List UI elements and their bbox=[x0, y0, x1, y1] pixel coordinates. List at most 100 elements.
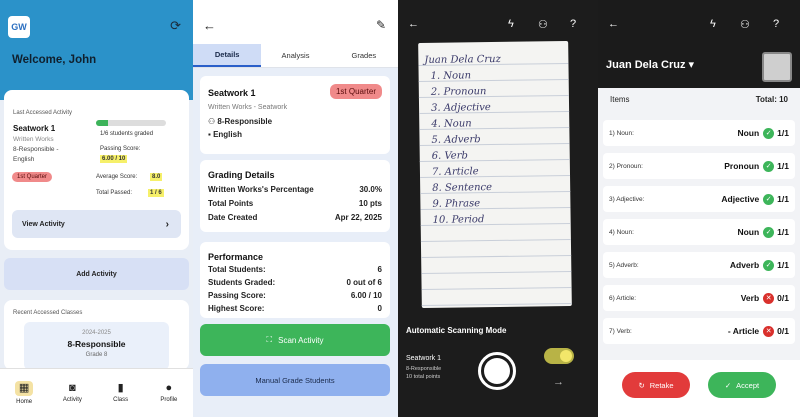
class-line: ⚇ 8-Responsible bbox=[208, 117, 272, 126]
detected-answer: Verb bbox=[740, 293, 760, 303]
caret-down-icon: ▾ bbox=[688, 59, 695, 71]
nav-class[interactable]: ▮ Class bbox=[97, 369, 145, 417]
check-circle-icon: ✓ bbox=[763, 226, 775, 238]
retake-button[interactable]: ↻ Retake bbox=[622, 372, 690, 398]
people-icon[interactable]: ⚇ bbox=[538, 18, 548, 31]
grading-row-value: 10 pts bbox=[358, 199, 382, 208]
view-activity-label: View Activity bbox=[22, 220, 65, 228]
check-icon: ✓ bbox=[724, 380, 732, 390]
class-year: 2024-2025 bbox=[82, 330, 111, 336]
paper-rule-line bbox=[420, 238, 571, 243]
tab-analysis[interactable]: Analysis bbox=[261, 44, 329, 67]
view-activity-button[interactable]: View Activity › bbox=[12, 210, 181, 238]
nav-home[interactable]: ▦ Home bbox=[0, 369, 48, 417]
activity-subject: English bbox=[13, 156, 35, 163]
tab-details[interactable]: Details bbox=[193, 44, 262, 67]
back-arrow-icon[interactable]: ← bbox=[408, 18, 419, 30]
handwritten-line: 7. Article bbox=[431, 166, 479, 178]
performance-title: Performance bbox=[208, 252, 264, 262]
grading-row: Total Points 10 pts bbox=[208, 199, 382, 208]
performance-row-value: 6 bbox=[377, 265, 382, 274]
answer-row[interactable]: 6) Article: Verb ✕ 0/1 bbox=[603, 285, 795, 311]
detected-answer: Noun bbox=[737, 128, 760, 138]
student-name: Juan Dela Cruz bbox=[606, 59, 686, 71]
help-icon[interactable]: ? bbox=[773, 18, 779, 30]
handwritten-line: 3. Adjective bbox=[430, 102, 491, 114]
answer-row[interactable]: 4) Noun: Noun ✓ 1/1 bbox=[603, 219, 795, 245]
grading-row-label: Written Works's Percentage bbox=[208, 185, 314, 194]
quarter-badge: 1st Quarter bbox=[329, 84, 382, 99]
performance-row-label: Highest Score: bbox=[208, 304, 265, 313]
grid-icon: ▦ bbox=[14, 381, 34, 396]
handwritten-line: 4. Noun bbox=[431, 118, 472, 130]
flash-off-icon[interactable]: ϟ bbox=[710, 18, 716, 30]
details-tabs: Details Analysis Grades bbox=[193, 44, 398, 68]
scanned-paper: Juan Dela Cruz 1. Noun 2. Pronoun 3. Adject… bbox=[418, 40, 572, 309]
bottom-nav: ▦ Home ◙ Activity ▮ Class ● Profile bbox=[0, 368, 193, 417]
activity-class: 8-Responsible - bbox=[13, 146, 59, 153]
handwritten-line: 2. Pronoun bbox=[430, 86, 487, 98]
add-activity-button[interactable]: Add Activity bbox=[4, 258, 189, 290]
subject-line: ▪ English bbox=[208, 130, 242, 139]
question-label: 7) Verb: bbox=[609, 327, 632, 335]
grading-row: Date Created Apr 22, 2025 bbox=[208, 213, 382, 222]
performance-card: Performance Total Students: 6 Students Gr… bbox=[200, 242, 390, 318]
accept-label: Accept bbox=[736, 380, 760, 390]
handwritten-line: 5. Adverb bbox=[431, 134, 481, 146]
answer-row[interactable]: 2) Pronoun: Pronoun ✓ 1/1 bbox=[603, 153, 795, 179]
app-logo: GW bbox=[8, 16, 30, 38]
performance-row-label: Students Graded: bbox=[208, 278, 276, 287]
back-arrow-icon[interactable]: ← bbox=[203, 18, 216, 33]
answer-row[interactable]: 5) Adverb: Adverb ✓ 1/1 bbox=[603, 252, 795, 278]
detected-answer: - Article bbox=[727, 326, 760, 336]
question-label: 4) Noun: bbox=[609, 228, 634, 236]
scan-activity-button[interactable]: ⛶ Scan Activity bbox=[200, 324, 390, 356]
scan-activity-label: Scan Activity bbox=[278, 335, 324, 345]
handwritten-line: 8. Sentence bbox=[432, 182, 493, 194]
answer-row[interactable]: 7) Verb: - Article ✕ 0/1 bbox=[603, 318, 795, 344]
chevron-right-icon: › bbox=[165, 218, 169, 230]
question-label: 3) Adjective: bbox=[609, 195, 645, 203]
flash-off-icon[interactable]: ϟ bbox=[508, 18, 514, 30]
answer-row[interactable]: 1) Noun: Noun ✓ 1/1 bbox=[603, 120, 795, 146]
total-passed-label: Total Passed: bbox=[96, 190, 133, 196]
passing-label: Passing Score: bbox=[100, 146, 141, 152]
help-icon[interactable]: ? bbox=[570, 18, 576, 30]
activity-title: Seatwork 1 bbox=[208, 88, 256, 98]
graded-progress-bar bbox=[96, 120, 166, 126]
check-circle-icon: ✓ bbox=[763, 259, 775, 271]
scan-thumbnail[interactable] bbox=[762, 52, 792, 82]
last-accessed-label: Last Accessed Activity bbox=[13, 110, 73, 116]
activity-details-screen: ← ✎ Details Analysis Grades Seatwork 1 1… bbox=[193, 0, 398, 417]
scan-results-screen: ← ϟ ⚇ ? Juan Dela Cruz ▾ Items Total: 10… bbox=[598, 0, 800, 417]
auto-scan-toggle[interactable] bbox=[544, 348, 574, 364]
x-circle-icon: ✕ bbox=[763, 292, 775, 304]
nav-activity[interactable]: ◙ Activity bbox=[48, 369, 96, 417]
class-tile[interactable]: 2024-2025 8-Responsible Grade 8 bbox=[24, 322, 169, 370]
activity-title: Seatwork 1 bbox=[13, 124, 56, 133]
manual-grade-button[interactable]: Manual Grade Students bbox=[200, 364, 390, 396]
paper-rule-line bbox=[421, 302, 572, 307]
handwritten-line: Juan Dela Cruz bbox=[424, 53, 501, 66]
arrow-right-icon[interactable]: → bbox=[553, 376, 564, 388]
welcome-text: Welcome, John bbox=[12, 54, 97, 66]
answer-row[interactable]: 3) Adjective: Adjective ✓ 1/1 bbox=[603, 186, 795, 212]
item-score: 1/1 bbox=[777, 260, 789, 270]
question-label: 6) Article: bbox=[609, 294, 637, 302]
graded-text: 1/6 students graded bbox=[100, 131, 154, 137]
class-line-text: 8-Responsible bbox=[217, 117, 273, 126]
shutter-button[interactable] bbox=[478, 352, 516, 390]
tab-grades[interactable]: Grades bbox=[330, 44, 398, 67]
nav-profile[interactable]: ● Profile bbox=[145, 369, 193, 417]
edit-pen-icon[interactable]: ✎ bbox=[376, 18, 386, 32]
people-icon[interactable]: ⚇ bbox=[740, 18, 750, 31]
back-arrow-icon[interactable]: ← bbox=[608, 18, 619, 30]
question-label: 2) Pronoun: bbox=[609, 162, 643, 170]
performance-row: Highest Score: 0 bbox=[208, 304, 382, 313]
sync-icon[interactable]: ⟳ bbox=[170, 18, 181, 34]
handwritten-line: 1. Noun bbox=[430, 70, 472, 82]
item-score: 1/1 bbox=[777, 194, 789, 204]
accept-button[interactable]: ✓ Accept bbox=[708, 372, 776, 398]
student-name-dropdown[interactable]: Juan Dela Cruz ▾ bbox=[606, 58, 694, 71]
class-grade: Grade 8 bbox=[85, 352, 108, 358]
